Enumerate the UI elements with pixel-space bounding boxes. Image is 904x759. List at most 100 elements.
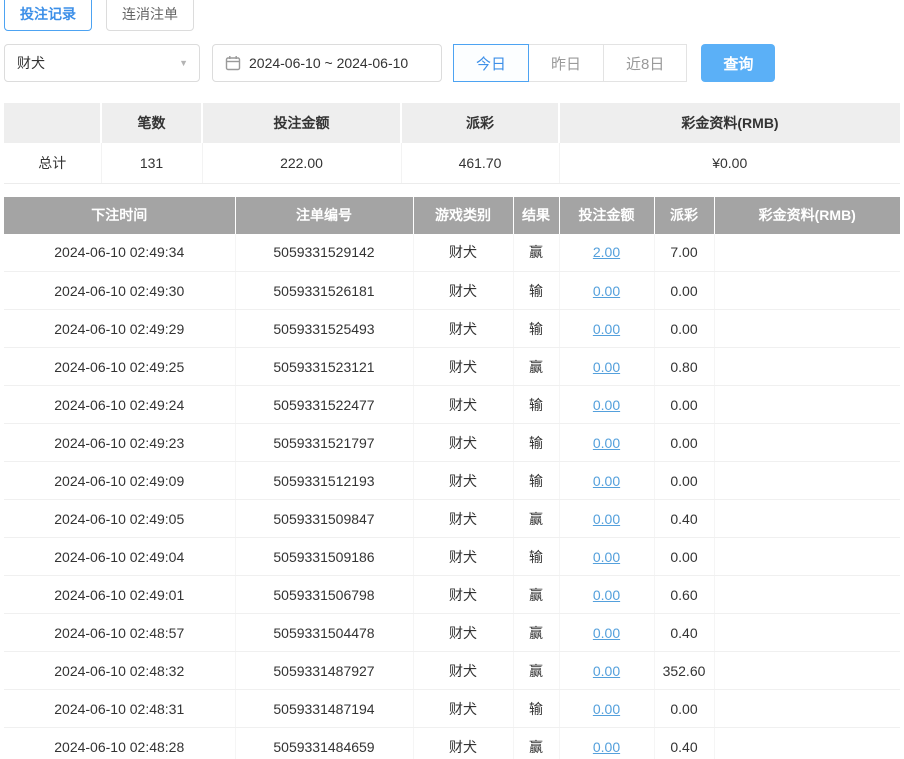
bet-amount-link[interactable]: 0.00: [593, 511, 620, 527]
top-tabs: 投注记录 连消注单: [4, 0, 904, 31]
bonus-cell: [714, 234, 900, 272]
result-cell: 输: [513, 690, 559, 728]
bet-time-cell: 2024-06-10 02:48:31: [4, 690, 235, 728]
search-button[interactable]: 查询: [701, 44, 775, 82]
bet-amount-link[interactable]: 0.00: [593, 663, 620, 679]
bonus-cell: [714, 386, 900, 424]
bet-time-cell: 2024-06-10 02:49:09: [4, 462, 235, 500]
payout-cell: 0.00: [654, 424, 714, 462]
quick-last8days-button[interactable]: 近8日: [603, 44, 687, 82]
header-bonus: 彩金资料(RMB): [714, 197, 900, 234]
game-type-cell: 财犬: [413, 272, 513, 310]
bonus-cell: [714, 348, 900, 386]
bonus-cell: [714, 272, 900, 310]
bet-time-cell: 2024-06-10 02:49:23: [4, 424, 235, 462]
bet-amount-link[interactable]: 0.00: [593, 549, 620, 565]
result-cell: 输: [513, 272, 559, 310]
bonus-cell: [714, 310, 900, 348]
summary-total-row: 总计 131 222.00 461.70 ¥0.00: [4, 143, 900, 183]
bet-amount-link[interactable]: 0.00: [593, 625, 620, 641]
bet-amount-link[interactable]: 2.00: [593, 244, 620, 260]
bonus-cell: [714, 690, 900, 728]
bet-amount-link[interactable]: 0.00: [593, 435, 620, 451]
game-type-cell: 财犬: [413, 576, 513, 614]
table-row: 2024-06-10 02:49:045059331509186财犬输0.000…: [4, 538, 900, 576]
bet-time-cell: 2024-06-10 02:49:29: [4, 310, 235, 348]
quick-today-button[interactable]: 今日: [453, 44, 529, 82]
bet-amount-link[interactable]: 0.00: [593, 359, 620, 375]
bet-time-cell: 2024-06-10 02:49:24: [4, 386, 235, 424]
result-cell: 赢: [513, 728, 559, 759]
table-row: 2024-06-10 02:49:095059331512193财犬输0.000…: [4, 462, 900, 500]
table-row: 2024-06-10 02:48:315059331487194财犬输 0.00 0…: [4, 690, 900, 728]
bonus-cell: [714, 728, 900, 759]
bet-amount-link[interactable]: 0.00: [593, 397, 620, 413]
header-bet-time: 下注时间: [4, 197, 235, 234]
bet-amount-cell: 0.00: [559, 462, 654, 500]
bet-amount-link[interactable]: 0.00: [593, 739, 620, 755]
result-cell: 赢: [513, 652, 559, 690]
payout-cell: 0.00: [654, 690, 714, 728]
order-id-cell: 5059331487194: [235, 690, 413, 728]
payout-cell: 0.80: [654, 348, 714, 386]
order-id-cell: 5059331529142: [235, 234, 413, 272]
quick-yesterday-button[interactable]: 昨日: [528, 44, 604, 82]
bonus-cell: [714, 576, 900, 614]
game-type-cell: 财犬: [413, 728, 513, 759]
table-row: 2024-06-10 02:49:255059331523121财犬赢0.000…: [4, 348, 900, 386]
bet-time-cell: 2024-06-10 02:49:34: [4, 234, 235, 272]
order-id-cell: 5059331504478: [235, 614, 413, 652]
summary-total-payout: 461.70: [401, 143, 559, 183]
bet-records-page: 投注记录 连消注单 财犬 ▼ 2024-06-10 ~ 2024-06-10 今…: [0, 0, 904, 759]
calendar-icon: [225, 55, 241, 71]
summary-header-bet-amount: 投注金额: [202, 103, 401, 143]
order-id-cell: 5059331509847: [235, 500, 413, 538]
result-cell: 输: [513, 310, 559, 348]
table-row: 2024-06-10 02:49:295059331525493财犬输0.000…: [4, 310, 900, 348]
bet-amount-cell: 0.00: [559, 500, 654, 538]
bet-amount-cell: 0.00: [559, 728, 654, 759]
payout-cell: 0.00: [654, 272, 714, 310]
bet-amount-link[interactable]: 0.00: [593, 321, 620, 337]
bonus-cell: [714, 538, 900, 576]
header-result: 结果: [513, 197, 559, 234]
header-order-id: 注单编号: [235, 197, 413, 234]
game-select[interactable]: 财犬 ▼: [4, 44, 200, 82]
payout-cell: 0.60: [654, 576, 714, 614]
game-type-cell: 财犬: [413, 652, 513, 690]
game-type-cell: 财犬: [413, 386, 513, 424]
bonus-cell: [714, 614, 900, 652]
payout-cell: 0.40: [654, 500, 714, 538]
bet-amount-link[interactable]: 0.00: [593, 587, 620, 603]
tab-cancelled-orders[interactable]: 连消注单: [106, 0, 194, 31]
bonus-cell: [714, 500, 900, 538]
payout-cell: 0.40: [654, 614, 714, 652]
summary-header-blank: [4, 103, 101, 143]
result-cell: 赢: [513, 614, 559, 652]
date-range-input[interactable]: 2024-06-10 ~ 2024-06-10: [212, 44, 442, 82]
summary-total-bet-amount: 222.00: [202, 143, 401, 183]
payout-cell: 0.00: [654, 386, 714, 424]
payout-cell: 0.40: [654, 728, 714, 759]
bet-amount-link[interactable]: 0.00: [593, 701, 620, 717]
result-cell: 赢: [513, 576, 559, 614]
header-bet-amount: 投注金额: [559, 197, 654, 234]
tab-bet-records[interactable]: 投注记录: [4, 0, 92, 31]
quick-date-group: 今日 昨日 近8日: [454, 44, 687, 82]
order-id-cell: 5059331525493: [235, 310, 413, 348]
bet-amount-link[interactable]: 0.00: [593, 473, 620, 489]
result-cell: 输: [513, 386, 559, 424]
game-type-cell: 财犬: [413, 690, 513, 728]
summary-header-bonus: 彩金资料(RMB): [559, 103, 900, 143]
bonus-cell: [714, 462, 900, 500]
bet-table-body: 2024-06-10 02:49:345059331529142财犬赢2.007…: [4, 234, 900, 759]
filter-bar: 财犬 ▼ 2024-06-10 ~ 2024-06-10 今日 昨日 近8日 查…: [4, 44, 900, 82]
bet-amount-cell: 0.00: [559, 614, 654, 652]
table-row: 2024-06-10 02:49:245059331522477财犬输0.000…: [4, 386, 900, 424]
bet-amount-cell: 0.00: [559, 348, 654, 386]
order-id-cell: 5059331512193: [235, 462, 413, 500]
game-type-cell: 财犬: [413, 500, 513, 538]
order-id-cell: 5059331526181: [235, 272, 413, 310]
bet-amount-link[interactable]: 0.00: [593, 283, 620, 299]
bet-time-cell: 2024-06-10 02:49:04: [4, 538, 235, 576]
